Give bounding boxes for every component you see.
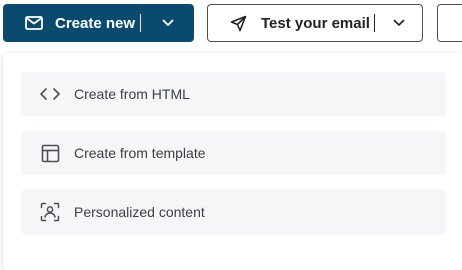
chevron-down-icon [162,19,174,27]
create-new-button[interactable]: Create new [3,4,194,42]
create-new-main[interactable]: Create new [3,4,140,42]
menu-item-label: Create from template [74,145,206,161]
chevron-down-icon [393,19,405,27]
create-new-separator [140,14,141,32]
page: Create new Test your email Create from H… [0,0,462,270]
menu-item-create-from-template[interactable]: Create from template [21,131,446,175]
toolbar: Create new Test your email [0,0,462,48]
menu-item-personalized-content[interactable]: Personalized content [21,190,446,234]
code-icon [39,83,61,105]
test-email-main[interactable]: Test your email [208,5,374,41]
envelope-icon [25,16,43,30]
create-new-dropdown-toggle[interactable] [141,4,194,42]
send-icon [230,15,247,32]
menu-item-label: Create from HTML [74,86,190,102]
menu-item-create-from-html[interactable]: Create from HTML [21,72,446,116]
test-email-button[interactable]: Test your email [207,4,423,42]
create-new-dropdown-menu: Create from HTML Create from template Pe… [3,53,462,270]
create-new-label: Create new [55,14,136,32]
personalized-user-icon [39,201,61,223]
layout-template-icon [39,142,61,164]
menu-item-label: Personalized content [74,204,205,220]
test-email-label: Test your email [261,14,370,32]
partial-toolbar-button[interactable] [437,4,462,42]
test-email-dropdown-toggle[interactable] [375,5,422,41]
